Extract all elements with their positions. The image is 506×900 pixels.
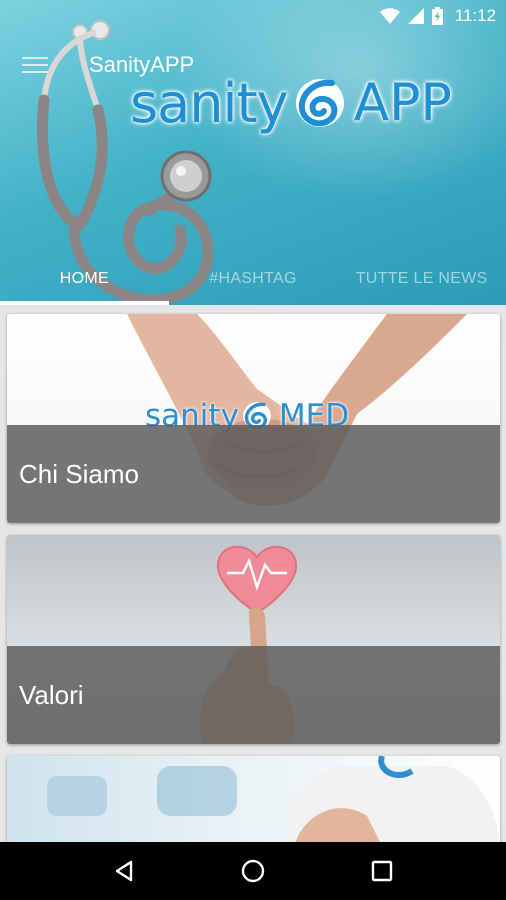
brand-word: sanity [130,71,289,135]
cell-signal-icon [407,8,424,24]
tab-bar: HOME #HASHTAG TUTTE LE NEWS [0,256,506,302]
card-title: Chi Siamo [7,425,500,523]
app-header: 11:12 SanityAPP sanity APP HOME #HASHTAG… [0,0,506,305]
home-icon[interactable] [233,851,273,891]
brand-suffix: APP [353,73,452,133]
back-icon[interactable] [104,851,144,891]
tab-home[interactable]: HOME [0,256,169,302]
tab-hashtag[interactable]: #HASHTAG [169,256,338,302]
card-valori[interactable]: Valori [7,535,500,744]
recents-icon[interactable] [362,851,402,891]
status-time: 11:12 [454,6,496,25]
swirl-logo-icon [295,79,344,127]
navigation-bar [0,842,506,900]
card-chi-siamo[interactable]: sanity MED Chi Siamo [7,314,500,523]
tab-all-news[interactable]: TUTTE LE NEWS [337,256,506,302]
tab-indicator [0,301,169,305]
battery-charging-icon [431,7,443,25]
wifi-icon [379,8,400,24]
hamburger-menu-icon[interactable] [22,54,48,76]
card-third[interactable] [7,756,500,856]
doctor-image [47,756,500,856]
card-title: Valori [7,646,500,744]
brand-logo: sanity APP [130,68,452,138]
status-bar: 11:12 [0,0,506,32]
